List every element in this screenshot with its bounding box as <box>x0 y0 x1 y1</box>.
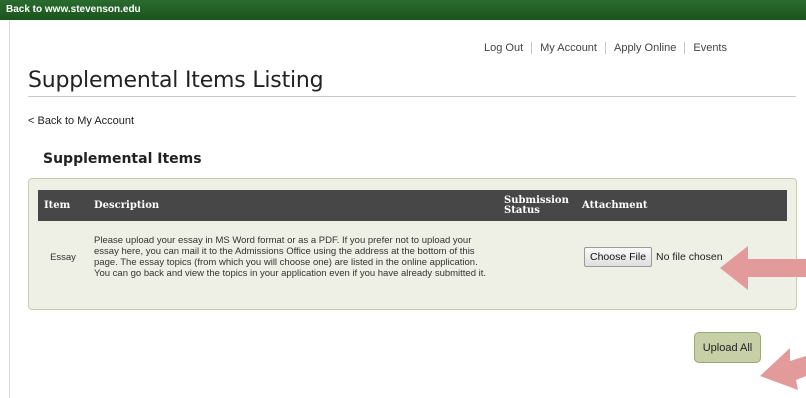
table-row: Essay Please upload your essay in MS Wor… <box>38 221 787 293</box>
annotation-arrow-upper-left-icon <box>760 348 806 390</box>
upload-all-button[interactable]: Upload All <box>694 332 761 363</box>
submission-status-cell <box>498 221 576 293</box>
annotation-arrow-left-icon <box>720 246 806 290</box>
title-divider <box>28 96 796 97</box>
top-nav: Log Out My Account Apply Online Events <box>476 42 735 54</box>
page-container: Log Out My Account Apply Online Events S… <box>9 20 806 398</box>
nav-logout-link[interactable]: Log Out <box>476 42 531 54</box>
file-status-text: No file chosen <box>656 250 723 263</box>
item-name-cell: Essay <box>50 251 76 263</box>
page-title: Supplemental Items Listing <box>28 68 324 93</box>
top-bar: Back to www.stevenson.edu <box>0 0 806 20</box>
choose-file-button[interactable]: Choose File <box>584 247 653 267</box>
supplemental-items-panel: Item Description Submission Status Attac… <box>28 178 797 310</box>
header-attachment: Attachment <box>576 190 787 221</box>
nav-events-link[interactable]: Events <box>685 42 735 54</box>
nav-apply-online-link[interactable]: Apply Online <box>606 42 684 54</box>
nav-my-account-link[interactable]: My Account <box>532 42 605 54</box>
back-to-account-link[interactable]: < Back to My Account <box>28 115 134 127</box>
back-to-site-link[interactable]: Back to www.stevenson.edu <box>6 4 141 15</box>
table-header-row: Item Description Submission Status Attac… <box>38 190 787 221</box>
header-item: Item <box>38 190 88 221</box>
header-submission-status: Submission Status <box>498 190 576 221</box>
header-description: Description <box>88 190 498 221</box>
supplemental-items-table: Item Description Submission Status Attac… <box>38 190 787 293</box>
section-title: Supplemental Items <box>43 151 202 167</box>
item-description-cell: Please upload your essay in MS Word form… <box>94 235 487 279</box>
